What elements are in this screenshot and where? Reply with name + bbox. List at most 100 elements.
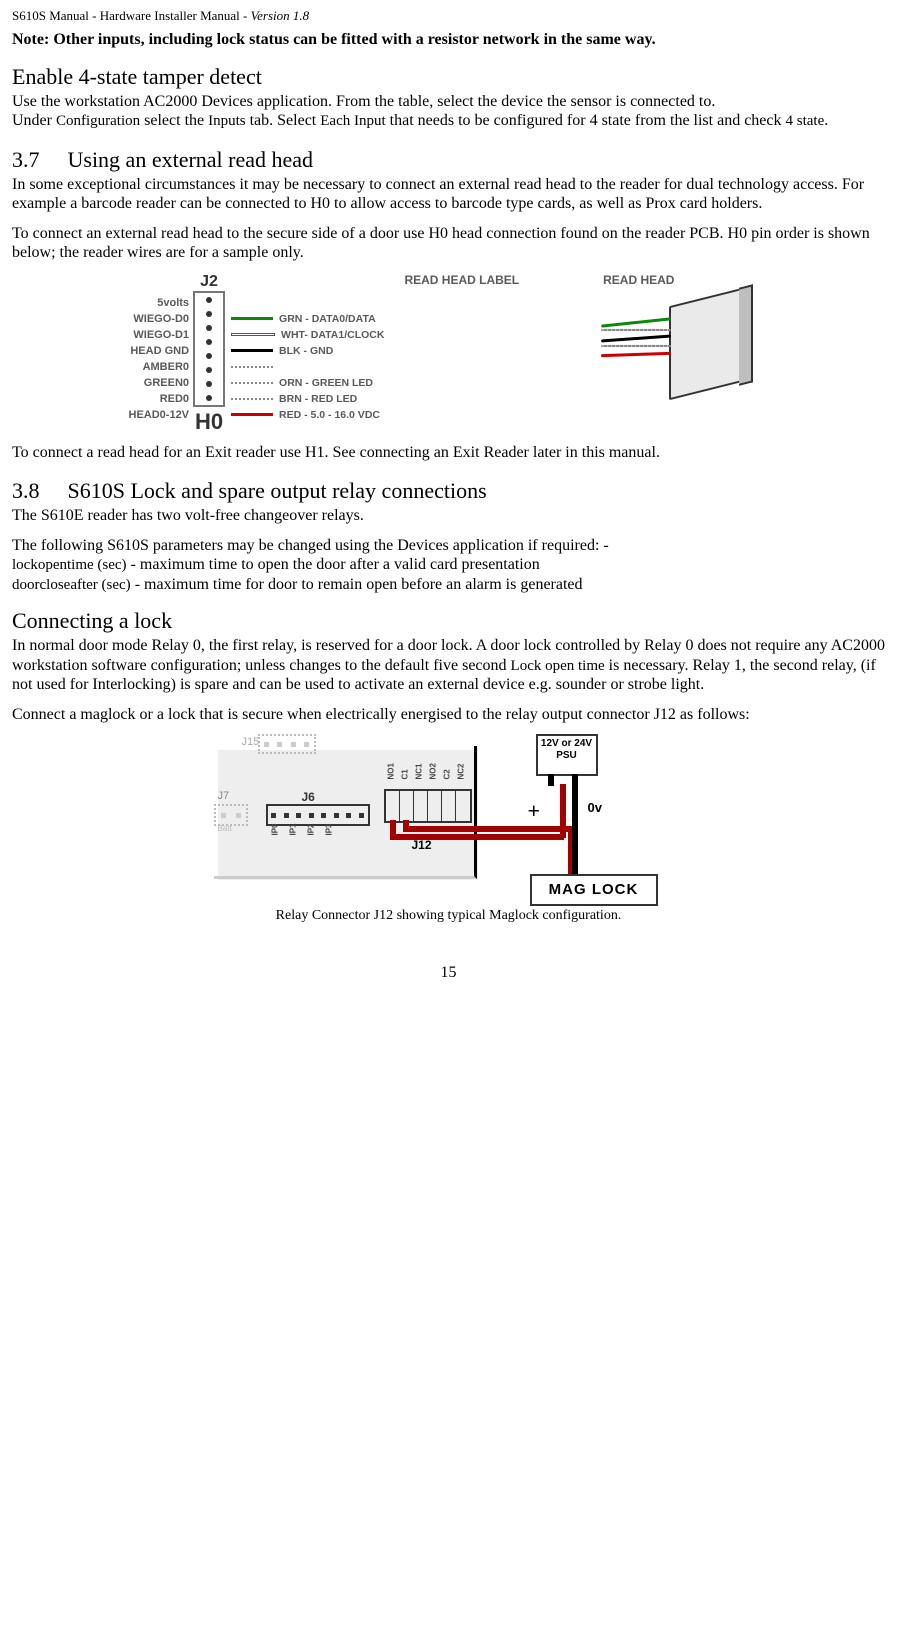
connlock-p1: In normal door mode Relay 0, the first r… [12, 636, 885, 695]
pin-wiego-d1: WIEGO-D1 [129, 327, 190, 343]
sec37-p1: In some exceptional circumstances it may… [12, 175, 885, 214]
j6-ip2: IP2 [306, 826, 315, 836]
pin-wiego-d0: WIEGO-D0 [129, 311, 190, 327]
figure-maglock: J15 J7 Batt J6 IP0 IP1 IP2 IP3 NO1 C1 NC… [214, 734, 684, 904]
j6-pin-labels: IP0 IP1 IP2 IP3 [270, 826, 334, 835]
pin-red0: RED0 [129, 391, 190, 407]
page-header: S610S Manual - Hardware Installer Manual… [12, 8, 885, 24]
j12-c1: C1 [400, 770, 409, 780]
wire-red-icon [560, 784, 566, 838]
j6-connector-icon [266, 804, 370, 826]
pin-head0-12v: HEAD0-12V [129, 407, 190, 423]
j12-nc2: NC2 [456, 770, 465, 780]
wire-black-icon [572, 784, 578, 876]
sec37-p3: To connect a read head for an Exit reade… [12, 443, 885, 463]
j12-no1: NO1 [386, 770, 395, 780]
wire-black-icon [231, 349, 273, 352]
read-head-label-text: READ HEAD LABEL [404, 273, 519, 287]
psu-lead-icon [572, 774, 578, 786]
heading-3-8: 3.8 S610S Lock and spare output relay con… [12, 478, 885, 504]
maglock-box: MAG LOCK [530, 874, 658, 906]
manual-name: S610S Manual - Hardware Installer Manual… [12, 8, 251, 23]
wire-red-icon [390, 834, 466, 840]
figure-read-head: 5volts WIEGO-D0 WIEGO-D1 HEAD GND AMBER0… [129, 273, 769, 435]
heading-connecting-lock: Connecting a lock [12, 608, 885, 634]
figure2-caption: Relay Connector J12 showing typical Magl… [12, 908, 885, 924]
version: Version 1.8 [251, 8, 310, 23]
j12-connector-icon [384, 789, 472, 823]
wire-white-icon [231, 333, 275, 336]
h0-pin-labels: 5volts WIEGO-D0 WIEGO-D1 HEAD GND AMBER0… [129, 295, 190, 423]
term-lock-open-time: Lock open time [511, 658, 605, 674]
j6-ip1: IP1 [288, 826, 297, 836]
j12-label: J12 [412, 838, 432, 852]
wire-red-icon [231, 413, 273, 416]
wire-labels: GRN - DATA0/DATA WHT- DATA1/CLOCK BLK - … [231, 295, 384, 423]
heading-tamper: Enable 4-state tamper detect [12, 64, 885, 90]
j6-ip0: IP0 [270, 826, 279, 836]
sec37-title: Using an external read head [68, 147, 314, 172]
term-doorcloseafter: doorcloseafter (sec) [12, 577, 131, 593]
lockopen-desc: - maximum time to open the door after a … [127, 556, 540, 573]
psu-lead-icon [548, 774, 554, 786]
wire-brown-icon [231, 398, 273, 400]
wire-green-icon [231, 317, 273, 320]
read-head-icon [629, 287, 769, 427]
j6-label: J6 [302, 790, 315, 804]
wire-wht-label: WHT- DATA1/CLOCK [281, 327, 384, 343]
j7-label: J7 [218, 790, 230, 802]
wire-orn-label: ORN - GREEN LED [279, 375, 373, 391]
pin-amber0: AMBER0 [129, 359, 190, 375]
heading-3-7: 3.7 Using an external read head [12, 147, 885, 173]
sec38-title: S610S Lock and spare output relay connec… [68, 478, 487, 503]
t-mid: select the [140, 112, 208, 129]
batt-label: Batt [218, 824, 232, 833]
zero-volt-label: 0v [588, 800, 602, 815]
h0-label: H0 [193, 409, 225, 435]
sec38-p2: The following S610S parameters may be ch… [12, 536, 885, 595]
j12-pin-labels: NO1 C1 NC1 NO2 C2 NC2 [386, 770, 466, 779]
term-configuration: Configuration [56, 113, 140, 129]
wire-red-label: RED - 5.0 - 16.0 VDC [279, 407, 380, 423]
j12-no2: NO2 [428, 770, 437, 780]
pin-green0: GREEN0 [129, 375, 190, 391]
term-inputs: Inputs [208, 113, 246, 129]
j2-label: J2 [193, 273, 225, 291]
term-each-input: Each Input [320, 113, 385, 129]
sec38-p2-pre: The following S610S parameters may be ch… [12, 537, 609, 554]
j12-c2: C2 [442, 770, 451, 780]
pin-5volts: 5volts [129, 295, 190, 311]
wire-blk-label: BLK - GND [279, 343, 333, 359]
tamper-para-1: Use the workstation AC2000 Devices appli… [12, 93, 715, 110]
term-4state: 4 state [786, 113, 825, 129]
sec37-p2: To connect an external read head to the … [12, 224, 885, 263]
pin-head-gnd: HEAD GND [129, 343, 190, 359]
connlock-p2: Connect a maglock or a lock that is secu… [12, 705, 885, 725]
wire-grn-label: GRN - DATA0/DATA [279, 311, 376, 327]
t-pre: Under [12, 112, 56, 129]
plus-symbol: + [528, 798, 541, 824]
sec38-p1: The S610E reader has two volt-free chang… [12, 506, 885, 526]
wire-orange-icon [231, 382, 273, 384]
wire-brn-label: BRN - RED LED [279, 391, 357, 407]
j7-connector-icon [214, 804, 248, 826]
t-mid2: tab. Select [246, 112, 321, 129]
sec38-num: 3.8 [12, 478, 40, 503]
j2-connector-icon [193, 291, 225, 407]
psu-box: 12V or 24V PSU [536, 734, 598, 776]
t-mid3: that needs to be configured for 4 state … [386, 112, 786, 129]
j6-ip3: IP3 [324, 826, 333, 836]
doorclose-desc: - maximum time for door to remain open b… [131, 576, 583, 593]
t-end: . [824, 112, 828, 129]
sec37-num: 3.7 [12, 147, 40, 172]
read-head-text: READ HEAD [603, 273, 674, 287]
wire-dot-icon [231, 366, 273, 368]
wire-red-icon [464, 834, 564, 840]
term-lockopentime: lockopentime (sec) [12, 557, 127, 573]
note-paragraph: Note: Other inputs, including lock statu… [12, 30, 885, 50]
j12-nc1: NC1 [414, 770, 423, 780]
wire-red-icon [464, 826, 574, 832]
j15-connector-icon [258, 734, 316, 754]
wire-red-icon [403, 826, 465, 832]
page-number: 15 [12, 964, 885, 982]
